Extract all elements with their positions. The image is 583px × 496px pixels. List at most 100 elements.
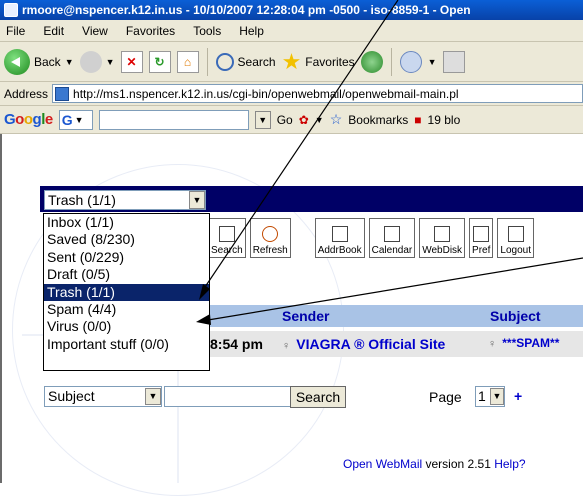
pref-label: Pref [472,245,491,256]
folder-option-virus[interactable]: Virus (0/0) [44,318,209,335]
help-link[interactable]: Help? [494,457,525,471]
next-page-link[interactable]: + [514,388,522,404]
calendar-label: Calendar [371,245,413,256]
search-button[interactable]: Search [290,386,346,408]
print-icon[interactable] [442,50,465,73]
page-value: 1 [478,388,486,404]
search-icon [215,52,234,71]
message-sender[interactable]: ♀ VIAGRA ® Official Site [282,336,445,352]
chevron-down-icon: ▼ [105,56,115,67]
pref-button[interactable]: Pref [469,218,494,258]
app-link[interactable]: Open WebMail [343,457,422,471]
folder-select[interactable]: Trash (1/1) ▼ [44,190,206,210]
version-text: version 2.51 [425,457,491,471]
refresh-button[interactable]: Refresh [249,218,291,258]
folder-option-draft[interactable]: Draft (0/5) [44,266,209,283]
calendar-icon [383,226,400,242]
menu-edit[interactable]: Edit [43,24,64,38]
folder-select-value: Trash (1/1) [48,192,116,208]
logout-icon [507,226,524,242]
folder-option-inbox[interactable]: Inbox (1/1) [44,214,209,231]
toolbar-divider [390,47,392,76]
search-label: Search [237,54,276,69]
chevron-down-icon[interactable]: ▼ [490,388,504,405]
favorites-label: Favorites [305,54,355,69]
popup-blocker-icon: ■ [414,112,422,127]
forward-arrow-icon [79,50,102,73]
preferences-icon [473,226,490,242]
popup-blocked-count[interactable]: 19 blo [428,113,461,127]
chevron-down-icon[interactable]: ▼ [315,115,324,125]
chevron-down-icon: ▼ [64,56,74,67]
column-sender[interactable]: Sender [282,308,329,324]
column-subject[interactable]: Subject [490,308,541,324]
logout-button[interactable]: Logout [497,218,534,258]
search-mail-button[interactable]: Search [208,218,246,258]
page-icon [55,86,70,101]
webdisk-label: WebDisk [422,245,463,256]
google-logo: Google [4,111,53,128]
address-input[interactable]: http://ms1.nspencer.k12.in.us/cgi-bin/op… [52,84,583,103]
search-field-value: Subject [48,388,95,404]
window-titlebar: rmoore@nspencer.k12.in.us - 10/10/2007 1… [0,0,583,20]
back-button[interactable]: Back ▼ [4,48,74,75]
menu-view[interactable]: View [82,24,108,38]
table-row[interactable]: 8:54 pm ♀ VIAGRA ® Official Site ♀ ***SPAM… [210,331,583,357]
chevron-down-icon[interactable]: ▼ [145,388,161,405]
address-bar: Address http://ms1.nspencer.k12.in.us/cg… [0,82,583,106]
star-icon: ☆ [329,111,343,127]
chevron-down-icon[interactable]: ▼ [254,110,271,129]
back-arrow-icon [4,48,30,75]
status-icon: ♀ [282,340,291,352]
home-icon[interactable]: ⌂ [176,50,199,73]
star-icon: ★ [281,48,302,74]
addrbook-label: AddrBook [317,245,362,256]
refresh-icon[interactable]: ↻ [148,50,171,73]
folder-option-trash[interactable]: Trash (1/1) [44,283,209,301]
menu-bar: File Edit View Favorites Tools Help [0,20,583,42]
folder-option-sent[interactable]: Sent (0/229) [44,249,209,266]
page-select[interactable]: 1 ▼ [475,386,505,407]
menu-tools[interactable]: Tools [193,24,221,38]
folder-option-important[interactable]: Important stuff (0/0) [44,336,209,353]
folder-option-spam[interactable]: Spam (4/4) [44,301,209,318]
address-book-icon [331,226,348,242]
google-menu-button[interactable]: G ▼ [58,109,93,130]
message-subject[interactable]: ♀ ***SPAM** [488,336,559,350]
webdisk-icon [434,226,451,242]
message-time: 8:54 pm [210,336,263,352]
folder-dropdown: Inbox (1/1) Saved (8/230) Sent (0/229) D… [43,213,210,371]
logout-label: Logout [500,245,531,256]
menu-file[interactable]: File [6,24,25,38]
chevron-down-icon[interactable]: ▼ [189,191,205,209]
forward-button[interactable]: ▼ [79,50,115,73]
search-row: Subject ▼ Search Page 1 ▼ + [44,386,583,410]
favorites-button[interactable]: ★ Favorites [282,49,355,75]
menu-favorites[interactable]: Favorites [126,24,175,38]
back-label: Back [34,54,61,69]
webdisk-button[interactable]: WebDisk [419,218,466,258]
browser-toolbar: Back ▼ ▼ ✕ ↻ ⌂ Search ★ Favorites ▼ [0,42,583,82]
refresh-icon [262,226,279,242]
menu-help[interactable]: Help [239,24,264,38]
addrbook-button[interactable]: AddrBook [314,218,365,258]
search-icon [218,226,235,242]
google-tools-icon[interactable]: ✿ [299,113,309,127]
browser-icon [4,3,18,17]
bookmarks-button[interactable]: Bookmarks [348,113,408,127]
search-field-select[interactable]: Subject ▼ [44,386,162,407]
history-icon[interactable] [360,50,383,73]
mail-icon[interactable] [399,50,422,73]
folder-option-saved[interactable]: Saved (8/230) [44,231,209,248]
footer: Open WebMail version 2.51 Help? [343,457,526,471]
window-title: rmoore@nspencer.k12.in.us - 10/10/2007 1… [22,3,471,17]
google-search-input[interactable] [98,109,249,130]
chevron-down-icon[interactable]: ▼ [428,57,437,67]
address-url: http://ms1.nspencer.k12.in.us/cgi-bin/op… [73,86,459,101]
calendar-button[interactable]: Calendar [368,218,416,258]
search-button[interactable]: Search [215,52,276,71]
address-label: Address [4,86,49,101]
google-go-button[interactable]: Go [277,113,293,127]
mail-action-bar: Search Refresh AddrBook Calendar WebDisk… [208,218,534,258]
stop-icon[interactable]: ✕ [120,50,143,73]
